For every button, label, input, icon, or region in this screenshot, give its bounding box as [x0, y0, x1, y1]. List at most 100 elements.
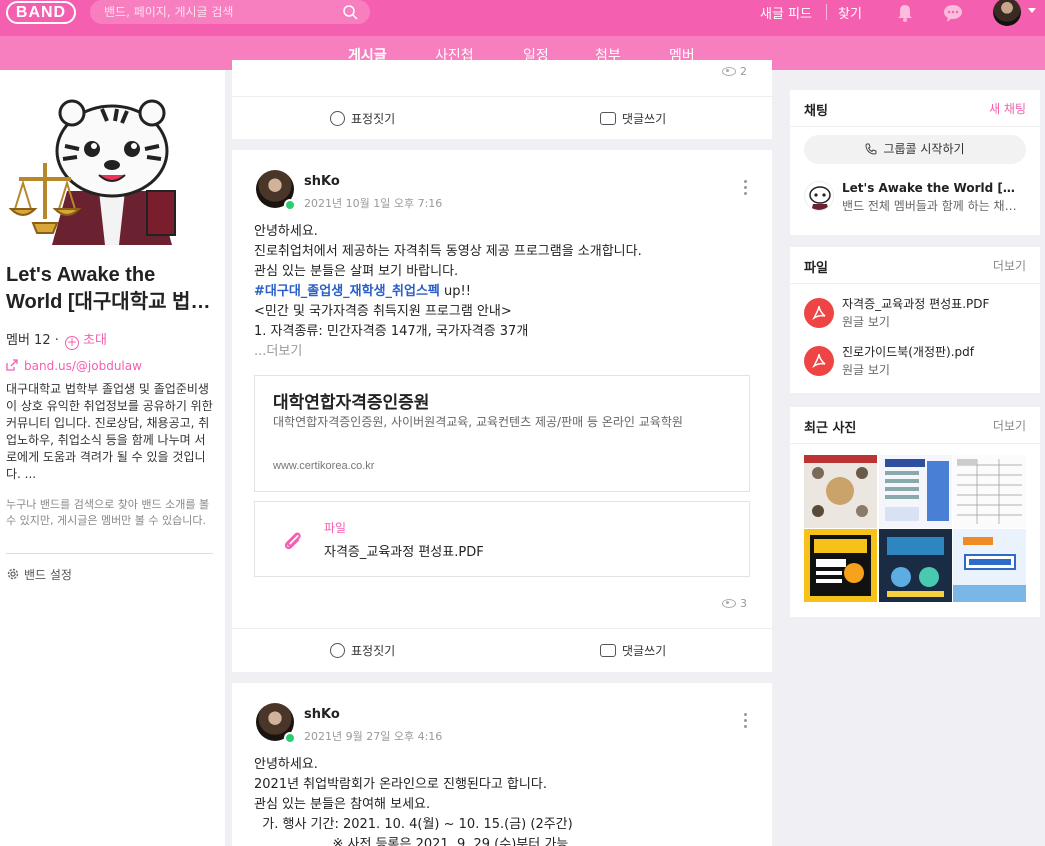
post-author[interactable]: shKo — [304, 707, 340, 722]
post-line: 1. 자격종류: 민간자격증 147개, 국가자격증 37개 — [254, 324, 529, 339]
view-count: 2 — [722, 65, 747, 78]
comment-icon — [600, 644, 616, 657]
post-line: 안녕하세요. — [254, 224, 318, 239]
file-item-source-link[interactable]: 원글 보기 — [842, 361, 890, 378]
member-count[interactable]: 멤버 12 · — [6, 329, 59, 348]
hashtag-link[interactable]: #대구대_졸업생_재학생_취업스펙 — [254, 284, 440, 299]
band-info-sidebar: Let's Awake the World [대구대학교 법학부 취업정보] 멤… — [0, 70, 225, 846]
post-date: 2021년 10월 1일 오후 7:16 — [304, 197, 443, 210]
comment-icon — [600, 112, 616, 125]
band-settings-link[interactable]: 밴드 설정 — [6, 566, 72, 583]
invite-button[interactable]: + 초대 — [65, 329, 107, 350]
comment-button[interactable]: 댓글쓰기 — [600, 642, 666, 659]
band-logo[interactable]: BAND — [6, 1, 76, 24]
chat-bubble-icon[interactable] — [942, 2, 964, 24]
file-name: 자격증_교육과정 편성표.PDF — [324, 545, 484, 560]
post-card: shKo 2021년 9월 27일 오후 4:16 안녕하세요. 2021년 취… — [232, 683, 772, 846]
panel-divider — [790, 283, 1040, 284]
search-icon[interactable] — [342, 4, 358, 20]
post-content: 안녕하세요. 2021년 취업박람회가 온라인으로 진행된다고 합니다. 관심 … — [254, 755, 754, 846]
post-line: 2021년 취업박람회가 온라인으로 진행된다고 합니다. — [254, 777, 547, 792]
find-link[interactable]: 찾기 — [838, 3, 862, 22]
bell-icon[interactable] — [894, 2, 916, 24]
search-input[interactable] — [104, 3, 334, 21]
recent-photos-panel: 최근 사진 더보기 — [790, 407, 1040, 617]
tiger-mascot-thumbnail — [809, 186, 831, 210]
band-cover-image[interactable] — [7, 91, 213, 245]
group-call-button[interactable]: 그룹콜 시작하기 — [804, 135, 1026, 164]
band-name-line2: World [대구대학교 법학부 취업정보] — [6, 291, 218, 313]
panel-divider — [790, 126, 1040, 127]
comment-label: 댓글쓰기 — [622, 112, 667, 126]
react-button[interactable]: 표정짓기 — [330, 642, 395, 659]
file-attachment-card[interactable]: 파일 자격증_교육과정 편성표.PDF — [254, 501, 750, 577]
post-line: #대구대_졸업생_재학생_취업스펙 up!! — [254, 282, 754, 302]
photo-thumbnail[interactable] — [804, 529, 877, 602]
paperclip-icon — [284, 532, 301, 550]
profile-avatar[interactable] — [993, 0, 1021, 26]
post-actions: 표정짓기 댓글쓰기 — [232, 96, 772, 138]
smile-icon — [330, 111, 345, 126]
band-description: 대구대학교 법학부 졸업생 및 졸업준비생이 상호 유익한 취업정보를 공유하기… — [6, 382, 213, 481]
link-preview-description: 대학연합자격증인증원, 사이버원격교육, 교육컨텐츠 제공/판매 등 온라인 교… — [273, 415, 683, 429]
read-more-link[interactable]: ...더보기 — [254, 342, 754, 362]
more-options-icon[interactable] — [742, 713, 750, 731]
files-panel-title: 파일 — [804, 261, 828, 276]
photo-thumbnail[interactable] — [879, 455, 952, 528]
comment-button[interactable]: 댓글쓰기 — [600, 110, 666, 127]
post-line: 가. 행사 기간: 2021. 10. 4(월) ~ 10. 15.(금) (2… — [254, 817, 573, 832]
post-line: 안녕하세요. — [254, 757, 318, 772]
file-item-source-link[interactable]: 원글 보기 — [842, 313, 890, 330]
smile-icon — [330, 643, 345, 658]
react-label: 표정짓기 — [351, 644, 396, 658]
link-preview-title: 대학연합자격증인증원 — [273, 393, 430, 413]
chat-room-title[interactable]: Let's Awake the World [대구대학교 법학부 취업정보] — [842, 179, 1022, 196]
invite-label: 초대 — [83, 333, 107, 348]
new-feed-link[interactable]: 새글 피드 — [760, 3, 812, 22]
gear-icon — [7, 568, 19, 580]
more-options-icon[interactable] — [742, 180, 750, 198]
photo-thumbnail[interactable] — [953, 529, 1026, 602]
pdf-icon — [804, 298, 834, 328]
chat-room-avatar[interactable] — [804, 181, 834, 211]
post-line: 관심 있는 분들은 참여해 보세요. — [254, 797, 431, 812]
privacy-notice: 누구나 밴드를 검색으로 찾아 밴드 소개를 볼 수 있지만, 게시글은 멤버만… — [6, 498, 210, 527]
file-item-name[interactable]: 자격증_교육과정 편성표.PDF — [842, 295, 989, 312]
view-count: 3 — [722, 597, 747, 610]
band-url-text: band.us/@jobdulaw — [24, 359, 142, 373]
panel-divider — [790, 443, 1040, 444]
online-badge — [284, 199, 296, 211]
band-url-link[interactable]: band.us/@jobdulaw — [6, 359, 142, 373]
files-panel: 파일 더보기 자격증_교육과정 편성표.PDF 원글 보기 진로가이드북(개정판… — [790, 247, 1040, 393]
post-actions: 표정짓기 댓글쓰기 — [232, 628, 772, 670]
online-badge — [284, 732, 296, 744]
files-more-link[interactable]: 더보기 — [993, 257, 1026, 274]
file-label: 파일 — [324, 521, 347, 535]
link-preview-card[interactable]: 대학연합자격증인증원 대학연합자격증인증원, 사이버원격교육, 교육컨텐츠 제공… — [254, 375, 750, 492]
photo-thumbnail[interactable] — [804, 455, 877, 528]
pdf-icon — [804, 346, 834, 376]
post-content: 안녕하세요. 진로취업처에서 제공하는 자격취득 동영상 제공 프로그램을 소개… — [254, 222, 754, 362]
chat-panel: 채팅 새 채팅 그룹콜 시작하기 Let's Awake the World [… — [790, 90, 1040, 235]
search-bar[interactable] — [90, 0, 370, 24]
sidebar-divider — [6, 553, 213, 554]
eye-icon — [722, 67, 736, 76]
photos-more-link[interactable]: 더보기 — [993, 417, 1026, 434]
eye-icon — [722, 599, 736, 608]
post-line: <민간 및 국가자격증 취득지원 프로그램 안내> — [254, 304, 512, 319]
photo-thumbnail[interactable] — [953, 455, 1026, 528]
top-header: BAND 새글 피드 찾기 — [0, 0, 1045, 36]
new-chat-link[interactable]: 새 채팅 — [989, 100, 1026, 117]
post-date: 2021년 9월 27일 오후 4:16 — [304, 730, 443, 743]
post-card: shKo 2021년 10월 1일 오후 7:16 안녕하세요. 진로취업처에서… — [232, 150, 772, 672]
chevron-down-icon[interactable] — [1028, 8, 1036, 13]
plus-circle-icon: + — [65, 335, 79, 350]
header-separator — [826, 4, 827, 20]
band-name-line1: Let's Awake the — [6, 264, 156, 286]
post-line: 관심 있는 분들은 살펴 보기 바랍니다. — [254, 264, 459, 279]
photo-thumbnail[interactable] — [879, 529, 952, 602]
react-button[interactable]: 표정짓기 — [330, 110, 395, 127]
chat-panel-title: 채팅 — [804, 104, 828, 119]
post-author[interactable]: shKo — [304, 174, 340, 189]
file-item-name[interactable]: 진로가이드북(개정판).pdf — [842, 343, 974, 360]
